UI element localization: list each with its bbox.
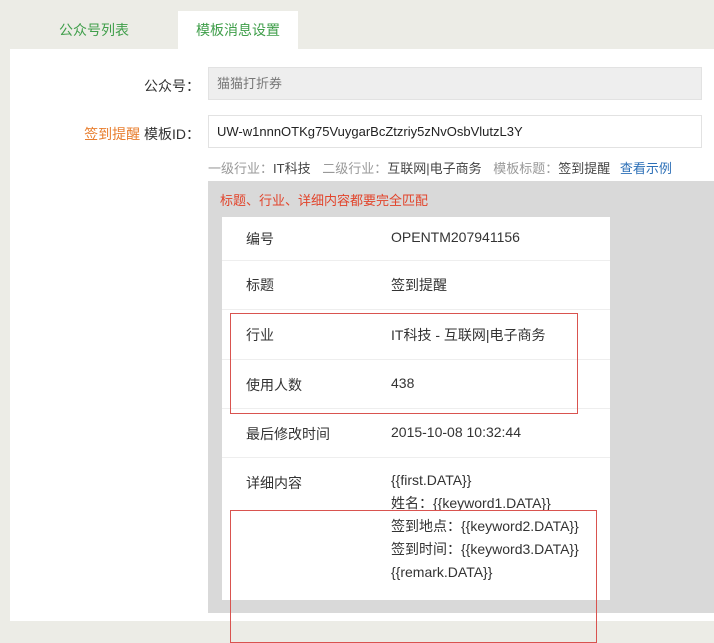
- row-label-content: 详细内容: [246, 475, 302, 491]
- table-row: 标题 签到提醒: [222, 260, 610, 310]
- content-line: 签到时间：{{keyword3.DATA}}: [391, 541, 579, 557]
- tab-account-list[interactable]: 公众号列表: [10, 11, 178, 49]
- row-label-industry: 行业: [246, 327, 274, 343]
- table-row: 详细内容 {{first.DATA}} 姓名：{{keyword1.DATA}}…: [222, 457, 610, 600]
- account-field: 猫猫打折券: [208, 67, 702, 100]
- content-line: {{first.DATA}}: [391, 472, 472, 488]
- table-row: 使用人数 438: [222, 359, 610, 409]
- row-label-modified-time: 最后修改时间: [246, 426, 330, 442]
- row-value-industry: IT科技 - 互联网|电子商务: [391, 327, 546, 343]
- row-value-title: 签到提醒: [391, 277, 447, 293]
- table-row: 编号 OPENTM207941156: [222, 217, 610, 261]
- settings-panel: 公众号： 猫猫打折券 签到提醒 模板ID： UW-w1nnnOTKg75Vuyg…: [10, 49, 714, 643]
- content-line: 签到地点：{{keyword2.DATA}}: [391, 518, 579, 534]
- view-example-link[interactable]: 查看示例: [620, 161, 672, 176]
- template-title-label: 模板标题：: [493, 161, 559, 176]
- tab-bar: 公众号列表 模板消息设置: [10, 11, 298, 49]
- industry2-value: 互联网|电子商务: [387, 161, 482, 176]
- template-id-label-text: 模板ID：: [140, 126, 200, 142]
- content-lines: {{first.DATA}} 姓名：{{keyword1.DATA}} 签到地点…: [391, 469, 579, 584]
- template-id-input[interactable]: UW-w1nnnOTKg75VuygarBcZtzriy5zNvOsbVlutz…: [208, 115, 702, 148]
- template-detail-card: 编号 OPENTM207941156 标题 签到提醒 行业 IT科技 - 互联网…: [222, 217, 610, 600]
- row-label-number: 编号: [246, 231, 274, 247]
- account-label: 公众号：: [144, 78, 200, 94]
- template-name-label: 签到提醒: [84, 126, 141, 142]
- table-row: 行业 IT科技 - 互联网|电子商务: [222, 309, 610, 360]
- template-detail-box: 标题、行业、详细内容都要完全匹配 编号 OPENTM207941156 标题 签…: [208, 181, 714, 643]
- content-line: 姓名：{{keyword1.DATA}}: [391, 495, 551, 511]
- row-label-user-count: 使用人数: [246, 377, 302, 393]
- row-label-title: 标题: [246, 277, 274, 293]
- industry1-value: IT科技: [273, 161, 311, 176]
- industry1-label: 一级行业：: [208, 161, 274, 176]
- industry2-label: 二级行业：: [322, 161, 388, 176]
- row-value-number: OPENTM207941156: [391, 229, 520, 245]
- match-warning: 标题、行业、详细内容都要完全匹配: [220, 193, 429, 208]
- table-row: 最后修改时间 2015-10-08 10:32:44: [222, 408, 610, 458]
- template-title-value: 签到提醒: [558, 161, 611, 176]
- template-id-label: 签到提醒 模板ID：: [70, 124, 200, 144]
- tab-template-settings[interactable]: 模板消息设置: [178, 11, 298, 49]
- row-value-user-count: 438: [391, 375, 415, 391]
- industry-hint: 一级行业：IT科技 二级行业：互联网|电子商务 模板标题：签到提醒 查看示例: [208, 158, 672, 177]
- content-line: {{remark.DATA}}: [391, 564, 493, 580]
- row-value-modified-time: 2015-10-08 10:32:44: [391, 424, 521, 440]
